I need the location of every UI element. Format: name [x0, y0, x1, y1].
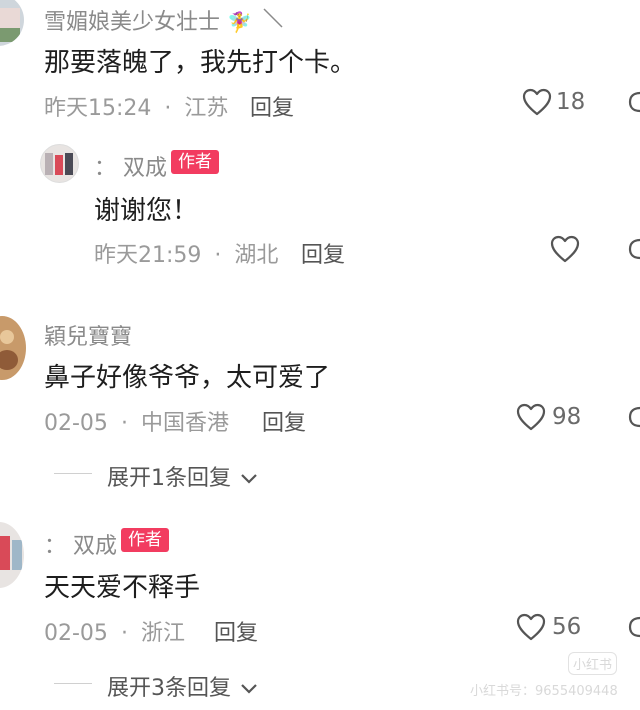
comment-author[interactable]: 雪媚娘美少女壮士 🧚‍♀️ — [44, 4, 252, 36]
dislike-icon[interactable] — [624, 614, 640, 640]
separator-dot: · — [214, 243, 222, 268]
author-name[interactable]: 雪媚娘美少女壮士 — [44, 10, 220, 35]
comment-location: 江苏 — [184, 96, 229, 121]
comment-time: 昨天21:59 — [94, 243, 202, 268]
comment-location: 浙江 — [140, 621, 185, 646]
comment-time: 02-05 — [44, 621, 108, 646]
comment-location: 中国香港 — [140, 411, 229, 436]
author-avatar[interactable] — [0, 522, 24, 588]
expand-divider — [54, 473, 92, 474]
comment-author[interactable]: ： 双成 — [44, 528, 117, 560]
separator-dot: · — [120, 411, 128, 436]
comment-author[interactable]: ： 双成 — [94, 150, 167, 182]
slash-icon — [263, 8, 283, 28]
comment-meta: 02-05 · 中国香港 — [44, 405, 229, 437]
separator-dot: · — [164, 96, 172, 121]
comment-time: 02-05 — [44, 411, 108, 436]
like-count: 56 — [552, 614, 582, 640]
heart-icon[interactable] — [550, 235, 580, 263]
watermark-logo: 小红书 — [568, 652, 618, 675]
author-prefix: ： — [94, 156, 117, 181]
watermark-id: 小红书号：9655409448 — [470, 684, 618, 699]
author-avatar[interactable] — [40, 144, 79, 183]
expand-replies-button[interactable]: 展开1条回复 — [107, 460, 258, 492]
comment-meta: 昨天21:59 · 湖北 — [94, 237, 278, 269]
separator-dot: · — [120, 621, 128, 646]
reply-button[interactable]: 回复 — [214, 615, 258, 647]
comment-time: 昨天15:24 — [44, 96, 152, 121]
chevron-down-icon — [241, 474, 257, 484]
comment-text[interactable]: 鼻子好像爷爷，太可爱了 — [44, 357, 330, 394]
fairy-emoji: 🧚‍♀️ — [227, 10, 252, 34]
reply-button[interactable]: 回复 — [301, 237, 345, 269]
comment-meta: 昨天15:24 · 江苏 — [44, 90, 228, 122]
expand-label: 展开3条回复 — [107, 676, 231, 701]
author-name[interactable]: 双成 — [73, 534, 117, 559]
author-badge: 作者 — [171, 150, 219, 174]
heart-icon[interactable] — [516, 613, 546, 641]
expand-label: 展开1条回复 — [107, 466, 231, 491]
comment-location: 湖北 — [234, 243, 279, 268]
author-badge: 作者 — [121, 528, 169, 552]
avatar[interactable] — [0, 0, 24, 46]
expand-replies-button[interactable]: 展开3条回复 — [107, 670, 258, 702]
avatar[interactable] — [0, 316, 26, 380]
author-name[interactable]: 双成 — [123, 156, 167, 181]
like-count: 18 — [556, 89, 586, 115]
comment-text[interactable]: 谢谢您！ — [94, 190, 198, 227]
reply-button[interactable]: 回复 — [262, 405, 306, 437]
like-count: 98 — [552, 404, 582, 430]
dislike-icon[interactable] — [624, 404, 640, 430]
chevron-down-icon — [241, 684, 257, 694]
comment-meta: 02-05 · 浙江 — [44, 615, 185, 647]
comment-author[interactable]: 穎兒寶寶 — [44, 319, 132, 351]
expand-divider — [54, 683, 92, 684]
dislike-icon[interactable] — [624, 89, 640, 115]
heart-icon[interactable] — [516, 403, 546, 431]
author-prefix: ： — [44, 534, 67, 559]
comment-text[interactable]: 天天爱不释手 — [44, 567, 200, 604]
comment-text[interactable]: 那要落魄了，我先打个卡。 — [44, 42, 356, 79]
reply-button[interactable]: 回复 — [250, 90, 294, 122]
dislike-icon[interactable] — [624, 236, 640, 262]
heart-icon[interactable] — [522, 88, 552, 116]
